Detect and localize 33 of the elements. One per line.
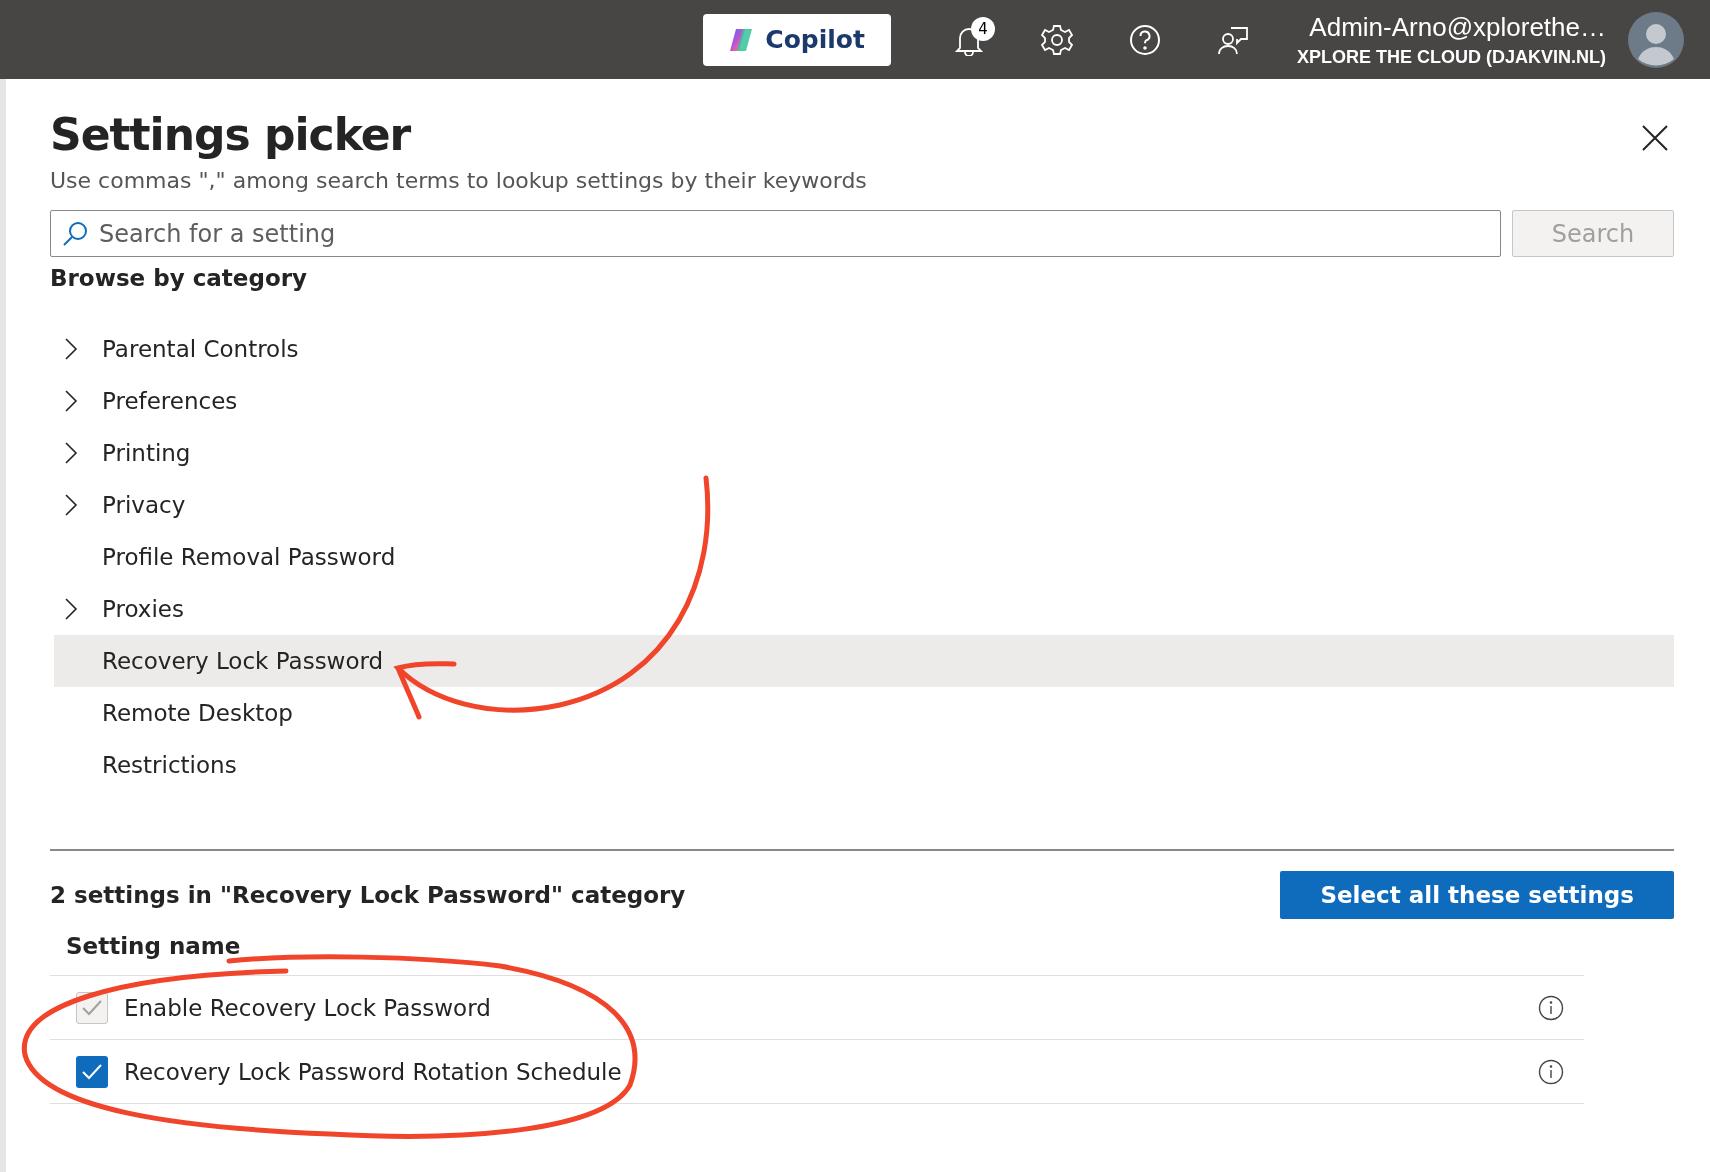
user-avatar-icon[interactable] — [1628, 11, 1684, 68]
checkbox[interactable] — [76, 1055, 108, 1088]
category-item[interactable]: Recovery Lock Password — [54, 635, 1674, 687]
category-item[interactable]: Proxies — [54, 583, 1674, 635]
search-field[interactable]: Search for a setting — [50, 210, 1501, 257]
checkmark-icon — [81, 1062, 103, 1081]
category-item[interactable]: Preferences — [54, 375, 1674, 427]
search-icon — [62, 221, 88, 247]
category-item[interactable]: Parental Controls — [54, 323, 1674, 375]
results-heading: 2 settings in "Recovery Lock Password" category — [50, 882, 686, 908]
setting-name: Enable Recovery Lock Password — [124, 994, 492, 1021]
category-item[interactable]: Restrictions — [54, 739, 1674, 791]
panel-subtitle: Use commas "," among search terms to lookup settings by their keywords — [50, 168, 868, 193]
info-icon[interactable] — [1538, 1058, 1564, 1085]
category-item[interactable]: Privacy — [54, 479, 1674, 531]
column-header: Setting name — [50, 933, 1584, 976]
checkmark-icon — [81, 998, 103, 1017]
category-item[interactable]: Printing — [54, 427, 1674, 479]
info-icon[interactable] — [1538, 994, 1564, 1021]
category-item[interactable]: Profile Removal Password — [54, 531, 1674, 583]
category-item[interactable]: Remote Desktop — [54, 687, 1674, 739]
settings-icon — [1040, 22, 1074, 57]
notifications-button[interactable]: 4 — [937, 7, 1001, 72]
setting-name: Recovery Lock Password Rotation Schedule — [124, 1058, 623, 1085]
copilot-button[interactable]: Copilot — [703, 13, 891, 66]
browse-heading: Browse by category — [50, 265, 309, 291]
close-icon — [1642, 125, 1668, 151]
panel-title: Settings picker — [50, 109, 411, 160]
help-icon — [1128, 22, 1162, 57]
tenant-name: XPLORE THE CLOUD (DJAKVIN.NL) — [1297, 46, 1606, 68]
select-all-button[interactable]: Select all these settings — [1280, 871, 1674, 919]
user-name: Admin-Arno@xplorethe… — [1309, 11, 1606, 43]
notification-count-badge: 4 — [971, 16, 995, 41]
